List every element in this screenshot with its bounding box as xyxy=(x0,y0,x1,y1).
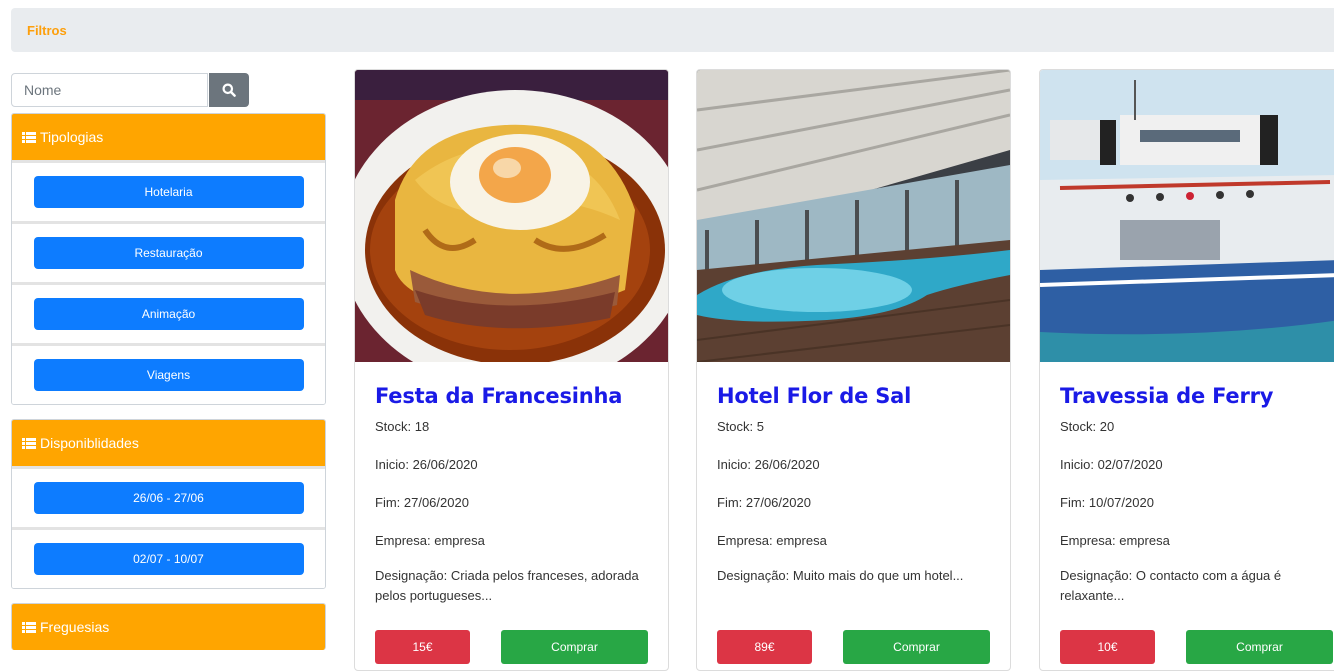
tipologias-header[interactable]: Tipologias xyxy=(12,114,325,160)
disponibilidades-title: Disponiblidades xyxy=(40,435,139,451)
list-icon xyxy=(22,131,36,143)
tipologias-panel: Tipologias Hotelaria Restauração Animaçã… xyxy=(11,113,326,405)
card-image[interactable] xyxy=(355,70,668,362)
freguesias-title: Freguesias xyxy=(40,619,110,635)
search-row xyxy=(11,73,249,107)
product-card-francesinha: Festa da Francesinha Stock: 18 Inicio: 2… xyxy=(354,69,669,671)
list-icon xyxy=(22,621,36,633)
product-card-ferry: Travessia de Ferry Stock: 20 Inicio: 02/… xyxy=(1039,69,1334,671)
filters-label[interactable]: Filtros xyxy=(27,23,67,38)
tipologias-title: Tipologias xyxy=(40,129,104,145)
card-designacao: Designação: Criada pelos franceses, ador… xyxy=(375,568,639,603)
card-empresa: Empresa: empresa xyxy=(375,533,485,548)
freguesias-header[interactable]: Freguesias xyxy=(12,604,325,650)
card-empresa: Empresa: empresa xyxy=(717,533,827,548)
card-actions: 89€ Comprar xyxy=(717,630,990,664)
filters-bar[interactable]: Filtros xyxy=(11,8,1334,52)
buy-button[interactable]: Comprar xyxy=(501,630,648,664)
tipologia-item: Restauração xyxy=(12,221,325,282)
disponibilidade-item: 02/07 - 10/07 xyxy=(12,527,325,588)
search-button[interactable] xyxy=(209,73,249,107)
tipologia-item: Viagens xyxy=(12,343,325,404)
filter-restauracao-button[interactable]: Restauração xyxy=(33,237,304,269)
card-stock: Stock: 5 xyxy=(717,419,764,434)
card-empresa: Empresa: empresa xyxy=(1060,533,1170,548)
card-stock: Stock: 18 xyxy=(375,419,430,434)
price-button[interactable]: 15€ xyxy=(375,630,470,664)
card-designacao: Designação: O contacto com a água é rela… xyxy=(1060,568,1282,603)
list-icon xyxy=(22,437,36,449)
ferry-photo xyxy=(1040,70,1334,362)
card-title[interactable]: Travessia de Ferry xyxy=(1060,384,1334,408)
card-title[interactable]: Festa da Francesinha xyxy=(375,384,668,408)
card-inicio: Inicio: 02/07/2020 xyxy=(1060,457,1163,472)
price-button[interactable]: 89€ xyxy=(717,630,812,664)
disponibilidade-item: 26/06 - 27/06 xyxy=(12,466,325,527)
card-fim: Fim: 10/07/2020 xyxy=(1060,495,1154,510)
card-inicio: Inicio: 26/06/2020 xyxy=(375,457,478,472)
disponibilidades-panel: Disponiblidades 26/06 - 27/06 02/07 - 10… xyxy=(11,419,326,589)
hotel-pool-photo xyxy=(697,70,1010,362)
disponibilidades-header[interactable]: Disponiblidades xyxy=(12,420,325,466)
card-title[interactable]: Hotel Flor de Sal xyxy=(717,384,1010,408)
search-icon xyxy=(222,83,236,97)
card-inicio: Inicio: 26/06/2020 xyxy=(717,457,820,472)
card-image[interactable] xyxy=(697,70,1010,362)
buy-button[interactable]: Comprar xyxy=(1186,630,1333,664)
tipologia-item: Animação xyxy=(12,282,325,343)
filter-date-1-button[interactable]: 26/06 - 27/06 xyxy=(33,482,304,514)
filter-hotelaria-button[interactable]: Hotelaria xyxy=(33,176,304,208)
card-designacao: Designação: Muito mais do que um hotel..… xyxy=(717,568,964,583)
card-stock: Stock: 20 xyxy=(1060,419,1115,434)
tipologia-item: Hotelaria xyxy=(12,160,325,221)
freguesias-panel: Freguesias xyxy=(11,603,326,650)
filter-date-2-button[interactable]: 02/07 - 10/07 xyxy=(33,543,304,575)
card-actions: 15€ Comprar xyxy=(375,630,648,664)
buy-button[interactable]: Comprar xyxy=(843,630,990,664)
filter-animacao-button[interactable]: Animação xyxy=(33,298,304,330)
sidebar: Tipologias Hotelaria Restauração Animaçã… xyxy=(11,73,326,650)
card-image[interactable] xyxy=(1040,70,1334,362)
price-button[interactable]: 10€ xyxy=(1060,630,1155,664)
card-fim: Fim: 27/06/2020 xyxy=(375,495,469,510)
filter-viagens-button[interactable]: Viagens xyxy=(33,359,304,391)
search-input[interactable] xyxy=(11,73,208,107)
card-actions: 10€ Comprar xyxy=(1060,630,1333,664)
francesinha-photo xyxy=(355,70,668,362)
card-fim: Fim: 27/06/2020 xyxy=(717,495,811,510)
product-card-hotel: Hotel Flor de Sal Stock: 5 Inicio: 26/06… xyxy=(696,69,1011,671)
